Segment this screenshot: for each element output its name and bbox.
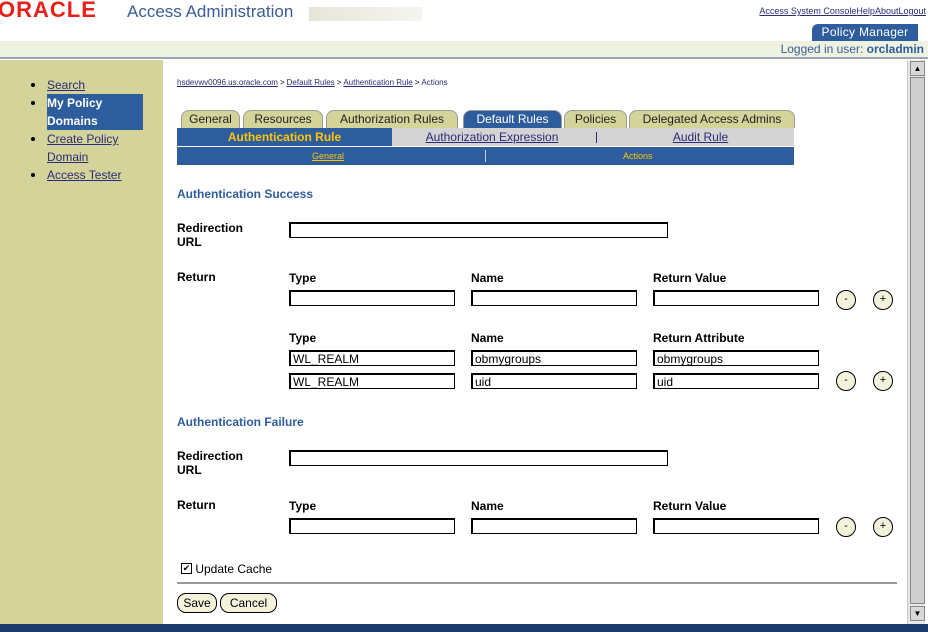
tab-resources[interactable]: Resources — [243, 110, 323, 128]
subtab-audit-rule[interactable]: Audit Rule — [607, 128, 794, 146]
breadcrumb: hsdevwv0096.us.oracle.com > Default Rules >… — [177, 78, 448, 87]
help-link[interactable]: Help — [856, 6, 875, 16]
failure-redirection-url-input[interactable] — [289, 450, 668, 466]
scroll-up-icon[interactable]: ▲ — [910, 61, 925, 76]
subtabs: Authentication Rule Authorization Expres… — [177, 128, 794, 146]
title-bar-fill — [309, 7, 422, 21]
top-links: Access System ConsoleHelpAboutLogout — [759, 6, 926, 16]
authentication-failure-title: Authentication Failure — [177, 415, 304, 429]
failure-return-value-header: Return Value — [653, 499, 727, 513]
name-header: Name — [471, 331, 504, 345]
app-header: ORACLE Access Administration Access Syst… — [0, 0, 928, 62]
failure-add-button[interactable]: + — [873, 517, 893, 537]
cancel-button[interactable]: Cancel — [220, 593, 277, 613]
name-header: Name — [471, 271, 504, 285]
app-title: Access Administration — [127, 2, 294, 21]
failure-remove-button[interactable]: - — [836, 517, 856, 537]
attr-return-input-2[interactable] — [653, 373, 819, 389]
redirection-url-label: Redirection URL — [177, 221, 244, 249]
type-header: Type — [289, 331, 317, 345]
scroll-down-icon[interactable]: ▼ — [910, 606, 925, 621]
sidebar-item-my-policy-domains[interactable]: My Policy Domains — [31, 94, 143, 130]
logged-in-label: Logged in user: — [780, 42, 864, 56]
subsubtab-general[interactable]: General — [312, 147, 344, 165]
scrollbar-thumb[interactable] — [910, 77, 925, 604]
failure-return-label: Return — [177, 498, 216, 512]
bullet-icon — [31, 101, 35, 105]
failure-type-header: Type — [289, 499, 317, 513]
failure-name-header: Name — [471, 499, 504, 513]
tab-authorization-rules[interactable]: Authorization Rules — [326, 110, 458, 128]
subsubtabs: General Actions — [177, 147, 794, 165]
remove-button[interactable]: - — [836, 290, 856, 310]
attr-type-input-2[interactable] — [289, 373, 455, 389]
return-value-header: Return Value — [653, 271, 727, 285]
update-cache-label: Update Cache — [195, 561, 273, 576]
return-attribute-header: Return Attribute — [653, 331, 745, 345]
tab-delegated-access-admins[interactable]: Delegated Access Admins — [629, 110, 795, 128]
attr-return-input-1[interactable] — [653, 350, 819, 366]
logout-link[interactable]: Logout — [898, 6, 926, 16]
subsubtab-actions: Actions — [623, 151, 653, 161]
main-content: hsdevwv0096.us.oracle.com > Default Rules >… — [163, 60, 907, 624]
update-cache-checkbox[interactable]: ✔ — [181, 563, 192, 575]
subtab-divider — [596, 132, 597, 143]
sidebar-item-access-tester[interactable]: Access Tester — [31, 166, 143, 184]
bullet-icon — [31, 137, 35, 141]
failure-type-input[interactable] — [289, 518, 455, 534]
failure-return-value-input[interactable] — [653, 518, 819, 534]
remove-attribute-button[interactable]: - — [836, 371, 856, 391]
login-status: Logged in user: orcladmin — [0, 41, 928, 57]
subtab-authentication-rule[interactable]: Authentication Rule — [177, 128, 392, 146]
type-header: Type — [289, 271, 317, 285]
authentication-success-title: Authentication Success — [177, 187, 314, 201]
subsubtab-divider — [485, 150, 486, 162]
breadcrumb-actions: Actions — [421, 78, 448, 87]
sidebar-item-create-policy-domain[interactable]: Create Policy Domain — [31, 130, 143, 166]
attr-name-input-1[interactable] — [471, 350, 637, 366]
breadcrumb-authentication-rule[interactable]: Authentication Rule — [343, 78, 412, 87]
add-button[interactable]: + — [873, 290, 893, 310]
success-redirection-url-input[interactable] — [289, 222, 668, 238]
tab-general[interactable]: General — [181, 110, 240, 128]
return-label: Return — [177, 270, 216, 284]
form-divider — [177, 582, 897, 584]
bullet-icon — [31, 83, 35, 87]
policy-manager-tab[interactable]: Policy Manager — [812, 24, 918, 41]
success-return-value-input[interactable] — [653, 290, 819, 306]
tab-policies[interactable]: Policies — [564, 110, 627, 128]
sidebar: Search My Policy Domains Create Policy D… — [0, 60, 163, 632]
attr-name-input-2[interactable] — [471, 373, 637, 389]
about-link[interactable]: About — [875, 6, 899, 16]
bullet-icon — [31, 173, 35, 177]
logged-in-user: orcladmin — [866, 42, 924, 56]
add-attribute-button[interactable]: + — [873, 371, 893, 391]
subtab-authorization-expression[interactable]: Authorization Expression — [392, 128, 592, 146]
oracle-logo: ORACLE — [0, 0, 97, 22]
status-bar — [0, 624, 928, 632]
access-system-console-link[interactable]: Access System Console — [759, 6, 856, 16]
header-divider — [0, 57, 928, 59]
attr-type-input-1[interactable] — [289, 350, 455, 366]
failure-name-input[interactable] — [471, 518, 637, 534]
success-type-input[interactable] — [289, 290, 455, 306]
save-button[interactable]: Save — [177, 593, 217, 613]
sidebar-item-search[interactable]: Search — [31, 76, 143, 94]
breadcrumb-host[interactable]: hsdevwv0096.us.oracle.com — [177, 78, 278, 87]
tab-default-rules[interactable]: Default Rules — [463, 110, 562, 128]
update-cache-option[interactable]: ✔ Update Cache — [181, 561, 272, 576]
success-name-input[interactable] — [471, 290, 637, 306]
vertical-scrollbar[interactable]: ▲ ▼ — [907, 60, 925, 624]
failure-redirection-url-label: Redirection URL — [177, 449, 244, 477]
breadcrumb-default-rules[interactable]: Default Rules — [287, 78, 335, 87]
